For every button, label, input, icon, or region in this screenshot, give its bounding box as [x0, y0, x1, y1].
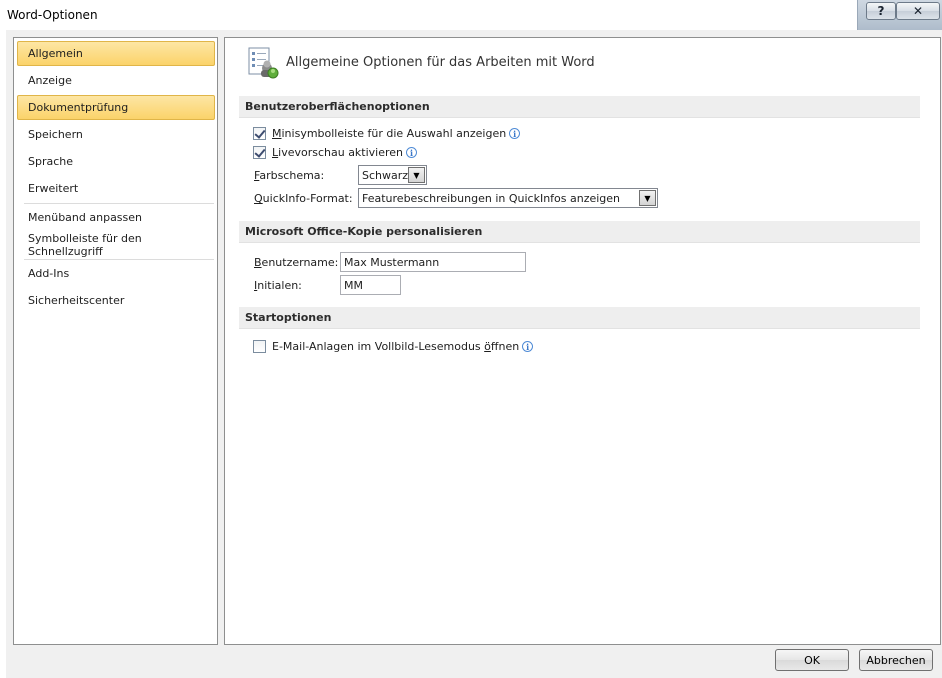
sidebar-item-sicherheitscenter[interactable]: Sicherheitscenter — [17, 288, 215, 313]
mini-toolbar-option[interactable]: Minisymbolleiste für die Auswahl anzeige… — [253, 127, 521, 140]
sidebar-nav: Allgemein Anzeige Dokumentprüfung Speich… — [13, 37, 218, 645]
close-icon: ✕ — [912, 4, 924, 18]
section-header-personalize: Microsoft Office-Kopie personalisieren — [239, 221, 920, 243]
sidebar-item-allgemein[interactable]: Allgemein — [17, 41, 215, 66]
help-icon: ? — [877, 4, 885, 18]
initials-label: Initialen: — [254, 279, 302, 292]
color-scheme-value: Schwarz — [362, 168, 408, 182]
title-bar[interactable]: Word-Optionen ? ✕ — [0, 0, 942, 30]
sidebar-item-anzeige[interactable]: Anzeige — [17, 68, 215, 93]
section-header-label: Benutzeroberflächenoptionen — [245, 100, 430, 113]
page-title: Allgemeine Optionen für das Arbeiten mit… — [286, 55, 595, 70]
sidebar-item-add-ins[interactable]: Add-Ins — [17, 261, 215, 286]
sidebar-divider — [24, 259, 214, 260]
ok-button[interactable]: OK — [775, 649, 849, 671]
chevron-down-icon[interactable]: ▼ — [639, 190, 656, 206]
window-title: Word-Optionen — [7, 8, 98, 22]
section-header-ui-options: Benutzeroberflächenoptionen — [239, 96, 920, 118]
sidebar-item-label: Sprache — [28, 155, 74, 168]
info-icon[interactable]: i — [406, 147, 418, 158]
close-button[interactable]: ✕ — [896, 2, 940, 20]
color-scheme-label: Farbschema: — [254, 169, 325, 182]
sidebar-item-label: Add-Ins — [28, 267, 70, 280]
section-header-label: Microsoft Office-Kopie personalisieren — [245, 225, 483, 238]
sidebar-item-label: Sicherheitscenter — [28, 294, 125, 307]
help-button[interactable]: ? — [866, 2, 896, 20]
mini-toolbar-label: Minisymbolleiste für die Auswahl anzeige… — [272, 127, 507, 140]
sidebar-divider — [24, 203, 214, 204]
tooltip-format-label: QuickInfo-Format: — [254, 192, 353, 205]
general-options-icon — [248, 47, 279, 79]
live-preview-checkbox[interactable] — [253, 146, 266, 159]
options-panel: Allgemeine Optionen für das Arbeiten mit… — [224, 37, 941, 645]
email-attachments-checkbox[interactable] — [253, 340, 266, 353]
sidebar-item-label: Menüband anpassen — [28, 211, 143, 224]
email-attachments-label: E-Mail-Anlagen im Vollbild-Lesemodus öff… — [272, 340, 520, 353]
live-preview-option[interactable]: Livevorschau aktivieren i — [253, 146, 418, 159]
sidebar-item-label: Speichern — [28, 128, 83, 141]
live-preview-label: Livevorschau aktivieren — [272, 146, 404, 159]
section-header-startup: Startoptionen — [239, 307, 920, 329]
sidebar-item-sprache[interactable]: Sprache — [17, 149, 215, 174]
cancel-button[interactable]: Abbrechen — [859, 649, 933, 671]
sidebar-item-menueband-anpassen[interactable]: Menüband anpassen — [17, 205, 215, 230]
username-label: Benutzername: — [254, 256, 339, 269]
sidebar-item-label: Erweitert — [28, 182, 79, 195]
info-icon[interactable]: i — [522, 341, 534, 352]
chevron-down-icon[interactable]: ▼ — [408, 167, 425, 183]
email-attachments-option[interactable]: E-Mail-Anlagen im Vollbild-Lesemodus öff… — [253, 340, 534, 353]
tooltip-format-value: Featurebeschreibungen in QuickInfos anze… — [362, 191, 621, 205]
initials-input[interactable]: MM — [340, 275, 401, 295]
username-input[interactable]: Max Mustermann — [340, 252, 526, 272]
sidebar-item-schnellzugriff[interactable]: Symbolleiste für den Schnellzugriff — [17, 231, 215, 258]
tooltip-format-select[interactable]: Featurebeschreibungen in QuickInfos anze… — [358, 188, 658, 208]
sidebar-item-label: Allgemein — [28, 47, 83, 60]
sidebar-item-label: Anzeige — [28, 74, 72, 87]
sidebar-item-dokumentpruefung[interactable]: Dokumentprüfung — [17, 95, 215, 120]
sidebar-item-label: Dokumentprüfung — [28, 101, 129, 114]
sidebar-item-speichern[interactable]: Speichern — [17, 122, 215, 147]
mini-toolbar-checkbox[interactable] — [253, 127, 266, 140]
section-header-label: Startoptionen — [245, 311, 332, 324]
color-scheme-select[interactable]: Schwarz ▼ — [358, 165, 427, 185]
info-icon[interactable]: i — [509, 128, 521, 139]
word-options-dialog: Word-Optionen ? ✕ Allgemein Anzeige Doku… — [0, 0, 942, 678]
sidebar-item-label: Symbolleiste für den Schnellzugriff — [28, 231, 142, 258]
sidebar-item-erweitert[interactable]: Erweitert — [17, 176, 215, 201]
